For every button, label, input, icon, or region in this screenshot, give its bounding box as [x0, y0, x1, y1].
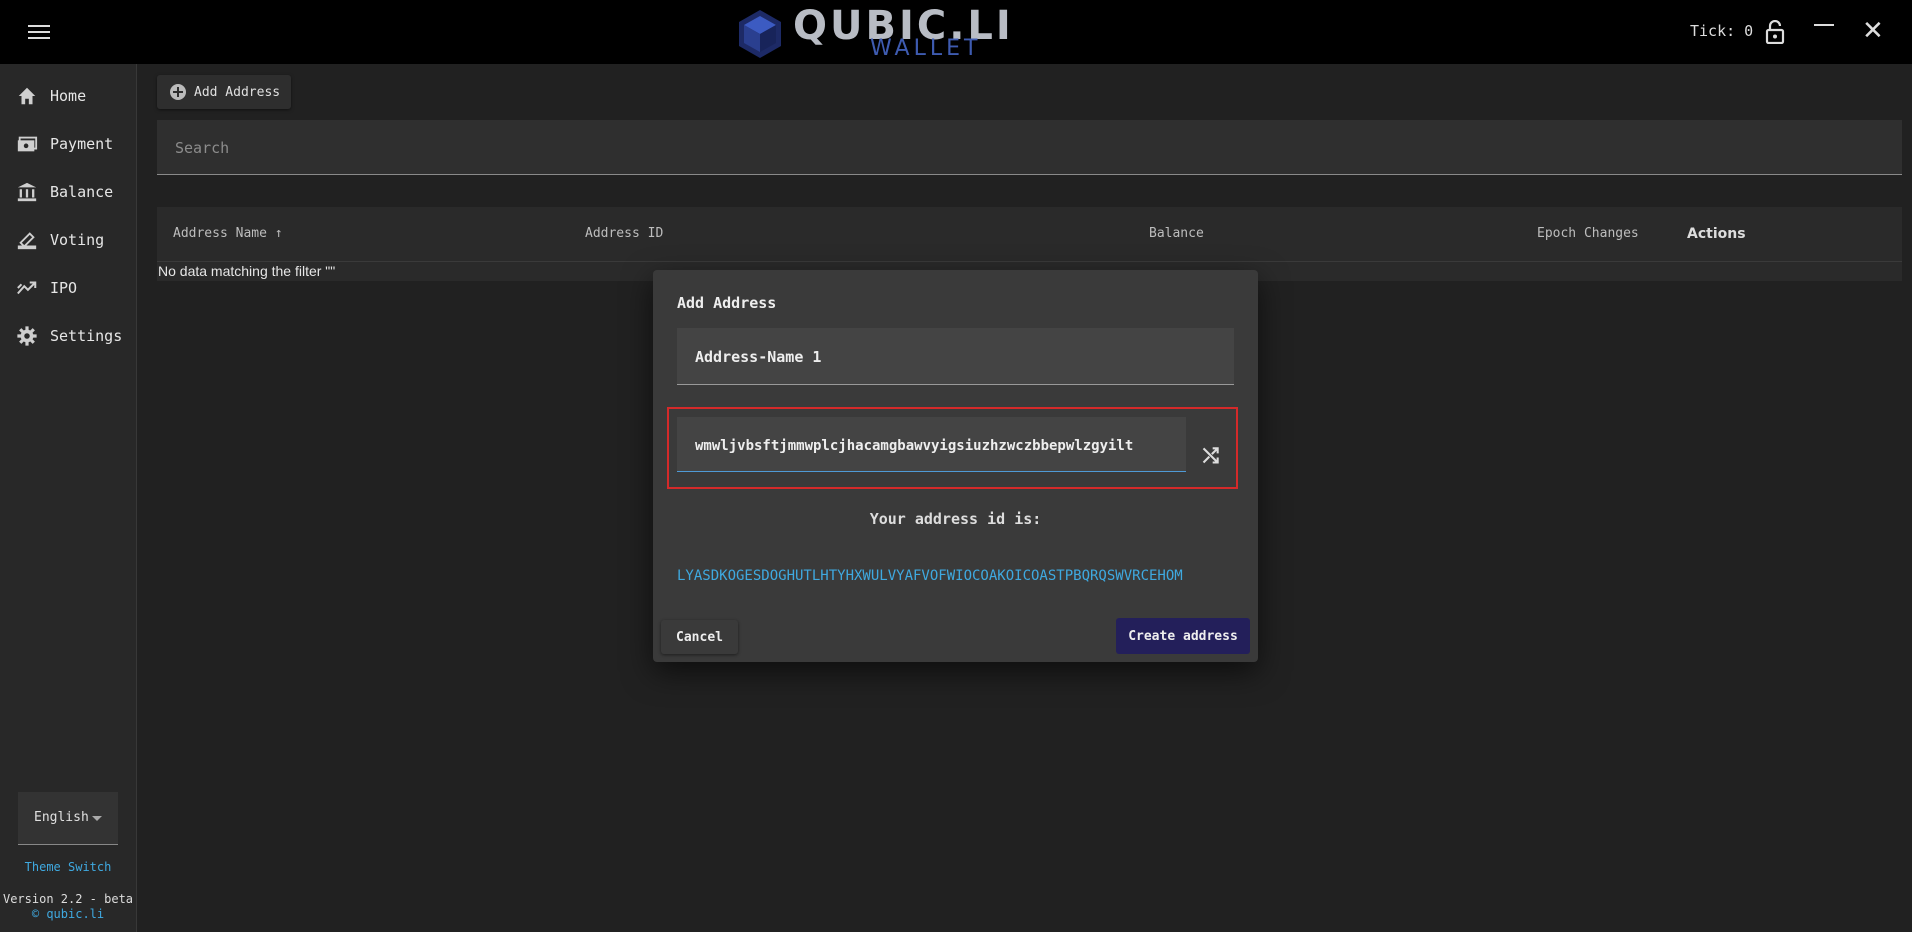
sidebar-item-label: Payment — [50, 135, 114, 153]
minimize-button[interactable] — [1814, 24, 1834, 26]
theme-switch-link[interactable]: Theme Switch — [0, 860, 136, 874]
sidebar: Home Payment Balance Voting IPO Settings… — [0, 64, 137, 932]
shuffle-icon[interactable] — [1201, 445, 1221, 465]
table-header: Address Name ↑ Address ID Balance Epoch … — [157, 207, 1902, 262]
dialog-title: Add Address — [677, 294, 777, 312]
chevron-down-icon — [92, 816, 102, 821]
language-select[interactable]: English — [18, 792, 118, 845]
sidebar-item-settings[interactable]: Settings — [16, 322, 122, 350]
search-field[interactable] — [157, 120, 1902, 175]
close-icon[interactable]: ✕ — [1862, 18, 1884, 44]
add-address-dialog: Add Address Your address id is: LYASDKOG… — [653, 270, 1258, 662]
sidebar-item-label: Balance — [50, 183, 114, 201]
bank-icon — [17, 182, 37, 202]
create-address-button[interactable]: Create address — [1116, 618, 1250, 654]
gear-icon — [17, 326, 37, 346]
vote-icon — [17, 232, 37, 250]
language-select-value: English — [34, 810, 89, 825]
sidebar-item-ipo[interactable]: IPO — [16, 274, 77, 302]
cancel-button[interactable]: Cancel — [661, 620, 738, 654]
home-icon — [18, 87, 36, 105]
column-balance[interactable]: Balance — [1149, 226, 1204, 241]
column-epoch-changes[interactable]: Epoch Changes — [1537, 226, 1639, 241]
tick-counter: Tick: 0 — [1690, 22, 1754, 40]
seed-input[interactable] — [693, 433, 1177, 459]
address-name-field[interactable] — [677, 328, 1234, 385]
logo-subtitle: WALLET — [870, 36, 982, 61]
sidebar-item-voting[interactable]: Voting — [16, 226, 104, 254]
payment-icon — [17, 136, 38, 152]
lock-open-icon[interactable] — [1764, 20, 1786, 44]
app-logo: QUBIC.LI WALLET — [735, 4, 1015, 61]
seed-field[interactable] — [677, 417, 1186, 472]
add-address-button[interactable]: Add Address — [157, 75, 291, 109]
title-bar: QUBIC.LI WALLET Tick: 0 ✕ — [0, 0, 1912, 64]
sidebar-item-payment[interactable]: Payment — [16, 130, 113, 158]
menu-icon[interactable] — [28, 22, 50, 42]
address-id-label: Your address id is: — [869, 510, 1042, 528]
column-address-name[interactable]: Address Name ↑ — [173, 226, 283, 241]
sidebar-item-label: Voting — [50, 231, 105, 249]
sidebar-item-label: Settings — [50, 327, 123, 345]
sidebar-item-label: IPO — [50, 279, 78, 297]
column-address-id[interactable]: Address ID — [585, 226, 663, 241]
site-link[interactable]: © qubic.li — [0, 907, 136, 922]
add-address-label: Add Address — [194, 84, 281, 100]
sidebar-item-label: Home — [50, 87, 87, 105]
column-actions: Actions — [1687, 226, 1746, 242]
sidebar-item-balance[interactable]: Balance — [16, 178, 113, 206]
trending-icon — [17, 281, 37, 295]
cube-logo-icon — [739, 10, 781, 58]
sidebar-item-home[interactable]: Home — [16, 82, 86, 110]
seed-highlight-box — [667, 407, 1238, 489]
version-text: Version 2.2 - beta — [2, 892, 134, 906]
add-circle-icon — [170, 84, 186, 100]
generated-address-id: LYASDKOGESDOGHUTLHTYHXWULVYAFVOFWIOCOAKO… — [677, 568, 1183, 584]
search-input[interactable] — [173, 134, 1877, 162]
address-name-input[interactable] — [693, 344, 1217, 370]
version-info: Version 2.2 - beta © qubic.li — [0, 892, 136, 922]
empty-table-message: No data matching the filter "" — [158, 263, 336, 279]
